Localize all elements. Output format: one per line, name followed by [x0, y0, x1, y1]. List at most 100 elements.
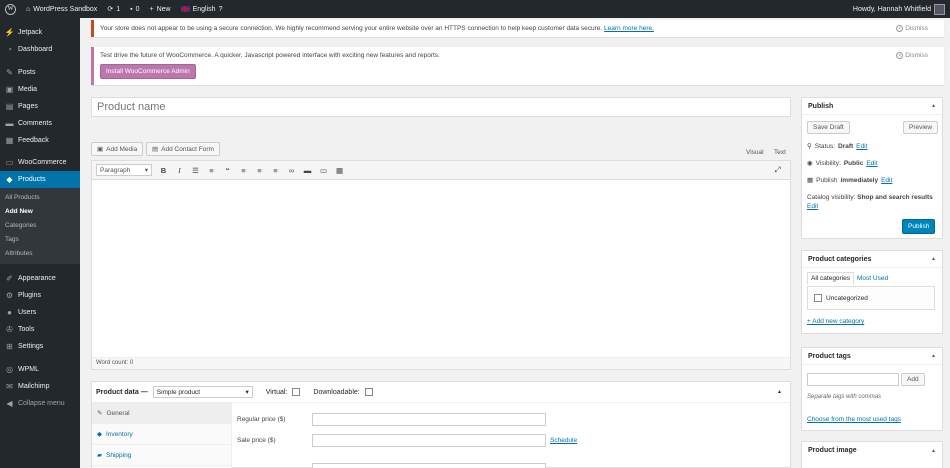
save-draft-button[interactable]: Save Draft	[807, 121, 850, 134]
add-media-button[interactable]: ▣ Add Media	[91, 142, 144, 156]
regular-price-label: Regular price ($)	[237, 416, 286, 423]
site-name-link[interactable]: ⌂ WordPress Sandbox	[21, 0, 102, 18]
install-woocommerce-admin-button[interactable]: Install WooCommerce Admin	[100, 64, 196, 79]
numbered-list-icon[interactable]: ≡	[207, 166, 216, 175]
woocommerce-icon: ▭	[5, 158, 14, 167]
sidebar-item-plugins[interactable]: ⚙ Plugins	[0, 287, 80, 304]
read-more-icon[interactable]: ▬	[303, 166, 312, 175]
tab-text[interactable]: Text	[774, 149, 786, 156]
comments-icon: ▬	[5, 119, 14, 128]
sidebar-item-settings[interactable]: ⊞ Settings	[0, 338, 80, 355]
add-contact-form-button[interactable]: ▤ Add Contact Form	[146, 142, 220, 156]
collapse-menu-button[interactable]: ◀ Collapse menu	[0, 395, 80, 412]
wordpress-logo[interactable]: W	[0, 0, 21, 18]
learn-more-link[interactable]: Learn more here.	[604, 25, 654, 32]
toggle-triangle-icon[interactable]: ▲	[931, 448, 936, 454]
bullet-list-icon[interactable]: ☰	[191, 166, 200, 175]
tab-inventory[interactable]: ◆ Inventory	[92, 424, 231, 445]
my-account-link[interactable]: Howdy, Hannah Whitfield	[848, 0, 950, 18]
tab-general[interactable]: ✎ General	[92, 403, 231, 424]
sidebar-item-appearance[interactable]: ✐ Appearance	[0, 270, 80, 287]
sidebar-item-posts[interactable]: ✎ Posts	[0, 64, 80, 81]
toggle-triangle-icon[interactable]: ▲	[931, 256, 936, 262]
edit-visibility-link[interactable]: Edit	[866, 160, 877, 167]
comments-link[interactable]: ▪ 0	[125, 0, 144, 18]
bold-icon[interactable]: B	[159, 166, 168, 175]
submenu-item-attributes[interactable]: Attributes	[0, 247, 80, 261]
dismiss-https-button[interactable]: × Dismiss	[896, 25, 928, 32]
submenu-item-all-products[interactable]: All Products	[0, 191, 80, 205]
toolbar-toggle-icon[interactable]: ▦	[335, 166, 344, 175]
align-center-icon[interactable]: ≡	[255, 166, 264, 175]
sidebar-item-products[interactable]: ◆ Products	[0, 171, 80, 188]
updates-link[interactable]: ⟳ 1	[102, 0, 125, 18]
product-name-input[interactable]: Product name	[91, 97, 791, 117]
tools-icon: ✇	[6, 325, 13, 334]
tag-input[interactable]	[807, 373, 899, 386]
tax-status-select[interactable]	[312, 463, 546, 468]
tab-visual[interactable]: Visual	[746, 149, 764, 156]
sidebar-item-wpml[interactable]: ◎ WPML	[0, 361, 80, 378]
chevron-down-icon: ▾	[245, 389, 249, 396]
submenu-item-categories[interactable]: Categories	[0, 219, 80, 233]
align-left-icon[interactable]: ≡	[239, 166, 248, 175]
edit-schedule-link[interactable]: Edit	[881, 177, 892, 184]
sidebar-item-mailchimp[interactable]: ✉ Mailchimp	[0, 378, 80, 395]
help-icon: ?	[218, 5, 223, 13]
admin-sidebar: ⚡ Jetpack ◔ Dashboard ✎ Posts ▣ Media ▤ Pages ▬ Com…	[0, 18, 80, 468]
product-data-box: Product data — Simple product ▾ Virtual: …	[91, 381, 791, 468]
italic-icon[interactable]: I	[175, 166, 184, 175]
choose-tags-link[interactable]: Choose from the most used tags	[807, 416, 901, 423]
sale-price-input[interactable]	[312, 434, 546, 447]
dismiss-woo-button[interactable]: × Dismiss	[896, 52, 928, 59]
sidebar-item-feedback[interactable]: ▦ Feedback	[0, 132, 80, 149]
comment-icon: ▪	[130, 5, 133, 13]
content-editor[interactable]: Paragraph ▾ B I ☰ ≡ “ ≡ ≡ ≡ ∞ ▬ ▭ ▦ ⤢ Wor…	[91, 160, 791, 370]
fullwidth-icon[interactable]: ▭	[319, 166, 328, 175]
feedback-icon: ▦	[5, 136, 14, 145]
blockquote-icon[interactable]: “	[223, 166, 232, 175]
sidebar-item-pages[interactable]: ▤ Pages	[0, 98, 80, 115]
sidebar-item-users[interactable]: ● Users	[0, 304, 80, 321]
wpml-icon: ◎	[6, 365, 13, 374]
schedule-row: ▦ Publish immediately Edit	[807, 176, 893, 185]
toggle-triangle-icon[interactable]: ▲	[777, 389, 782, 395]
sidebar-item-dashboard[interactable]: ◔ Dashboard	[0, 41, 80, 58]
link-icon[interactable]: ∞	[287, 166, 296, 175]
chevron-down-icon: ▾	[144, 167, 148, 174]
downloadable-checkbox[interactable]	[364, 388, 373, 396]
edit-catalog-link[interactable]: Edit	[807, 203, 818, 210]
submenu-item-tags[interactable]: Tags	[0, 233, 80, 247]
edit-status-link[interactable]: Edit	[856, 143, 867, 150]
tab-all-categories[interactable]: All categories	[807, 272, 855, 285]
sidebar-item-woocommerce[interactable]: ▭ WooCommerce	[0, 154, 80, 171]
sidebar-item-comments[interactable]: ▬ Comments	[0, 115, 80, 132]
pin-icon: ⚲	[807, 143, 812, 150]
regular-price-input[interactable]	[312, 413, 546, 426]
sidebar-item-tools[interactable]: ✇ Tools	[0, 321, 80, 338]
submenu-item-add-new[interactable]: Add New	[0, 205, 80, 219]
publish-box: Publish ▲ Save Draft Preview ⚲ Status: Draf…	[801, 97, 943, 239]
tab-most-used[interactable]: Most Used	[857, 275, 888, 282]
toggle-triangle-icon[interactable]: ▲	[931, 103, 936, 109]
new-content-link[interactable]: + New	[144, 0, 175, 18]
uncategorized-checkbox[interactable]	[814, 294, 822, 302]
sidebar-item-jetpack[interactable]: ⚡ Jetpack	[0, 24, 80, 41]
publish-button[interactable]: Publish	[902, 219, 936, 234]
fullscreen-icon[interactable]: ⤢	[773, 165, 782, 175]
schedule-link[interactable]: Schedule	[550, 437, 577, 444]
virtual-checkbox[interactable]	[292, 388, 301, 396]
toggle-triangle-icon[interactable]: ▲	[931, 353, 936, 359]
preview-button[interactable]: Preview	[903, 121, 939, 134]
language-switcher[interactable]: English?	[176, 0, 228, 18]
sale-price-label: Sale price ($)	[237, 437, 276, 444]
categories-box-title: Product categories	[808, 255, 872, 263]
product-type-select[interactable]: Simple product ▾	[152, 386, 253, 398]
format-select[interactable]: Paragraph ▾	[96, 164, 152, 176]
add-new-category-link[interactable]: + Add new category	[807, 318, 864, 325]
tab-shipping[interactable]: ▰ Shipping	[92, 445, 231, 466]
add-tag-button[interactable]: Add	[901, 373, 925, 386]
mailchimp-icon: ✉	[6, 382, 13, 391]
sidebar-item-media[interactable]: ▣ Media	[0, 81, 80, 98]
align-right-icon[interactable]: ≡	[271, 166, 280, 175]
